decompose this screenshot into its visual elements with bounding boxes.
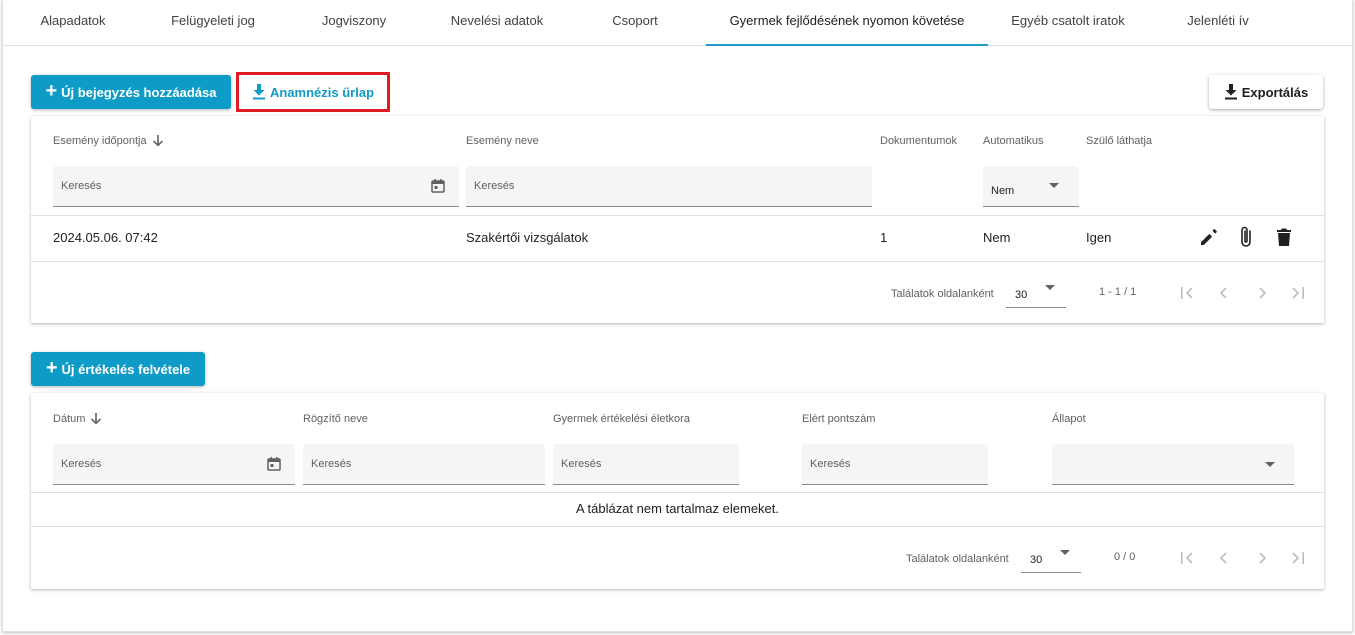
attachment-icon[interactable]	[1239, 226, 1253, 248]
page-range: 1 - 1 / 1	[1099, 286, 1137, 298]
header-event-date-label: Esemény időpontja	[53, 135, 147, 147]
download-icon	[252, 84, 265, 100]
date-search-input[interactable]	[53, 444, 295, 484]
tab-jogviszony[interactable]: Jogviszony	[303, 0, 405, 46]
cell-documents: 1	[880, 230, 888, 245]
previous-page-icon[interactable]	[1216, 550, 1232, 566]
event-name-search-input[interactable]	[466, 166, 872, 206]
tab-egyeb-csatolt-iratok[interactable]: Egyéb csatolt iratok	[998, 0, 1138, 46]
event-date-search-input[interactable]	[53, 166, 459, 206]
header-event-date[interactable]: Esemény időpontja	[53, 135, 163, 147]
next-page-icon[interactable]	[1254, 285, 1270, 301]
first-page-icon[interactable]	[1179, 285, 1195, 301]
status-filter-select[interactable]	[1052, 444, 1294, 485]
header-date-label: Dátum	[53, 413, 86, 425]
divider	[31, 526, 1324, 527]
tab-nevelesi-adatok[interactable]: Nevelési adatok	[435, 0, 559, 46]
page-size-label: Találatok oldalanként	[906, 553, 1009, 565]
previous-page-icon[interactable]	[1216, 285, 1232, 301]
add-entry-button[interactable]: + Új bejegyzés hozzáadása	[31, 75, 231, 109]
evaluations-table-card: Dátum Rögzítő neve Gyermek értékelési él…	[31, 393, 1324, 589]
age-search-input[interactable]	[553, 444, 739, 484]
empty-table-message: A táblázat nem tartalmaz elemeket.	[575, 501, 780, 516]
recorder-filter[interactable]	[303, 444, 545, 485]
next-page-icon[interactable]	[1254, 550, 1270, 566]
plus-icon: +	[45, 80, 58, 102]
divider	[31, 215, 1324, 216]
add-entry-label: Új bejegyzés hozzáadása	[61, 84, 217, 100]
content-frame: Alapadatok Felügyeleti jog Jogviszony Ne…	[2, 0, 1354, 632]
header-score[interactable]: Elért pontszám	[802, 413, 875, 425]
download-icon	[1224, 84, 1237, 100]
header-age[interactable]: Gyermek értékelési életkora	[553, 413, 690, 425]
score-filter[interactable]	[802, 444, 988, 485]
page-size-select[interactable]: 30	[1006, 268, 1066, 308]
tab-bar: Alapadatok Felügyeleti jog Jogviszony Ne…	[3, 0, 1354, 46]
tab-gyermek-fejlodes[interactable]: Gyermek fejlődésének nyomon követése	[706, 0, 988, 46]
tab-alapadatok[interactable]: Alapadatok	[19, 0, 127, 46]
edit-pencil-icon[interactable]	[1200, 228, 1218, 246]
cell-automatic: Nem	[983, 230, 1011, 245]
cell-parent-visible: Igen	[1086, 230, 1112, 245]
header-recorder[interactable]: Rögzítő neve	[303, 413, 368, 425]
tab-felugyeleti-jog[interactable]: Felügyeleti jog	[153, 0, 273, 46]
header-date[interactable]: Dátum	[53, 413, 102, 425]
last-page-icon[interactable]	[1290, 550, 1306, 566]
anamnesis-form-label: Anamnézis űrlap	[269, 84, 375, 100]
page-size-value: 30	[1015, 289, 1028, 301]
header-automatic: Automatikus	[983, 135, 1044, 147]
delete-trash-icon[interactable]	[1277, 228, 1291, 246]
divider	[31, 492, 1324, 493]
page-size-label: Találatok oldalanként	[891, 288, 994, 300]
cell-event-name: Szakértői vizsgálatok	[466, 230, 589, 245]
page-size-select[interactable]: 30	[1021, 533, 1081, 573]
tab-csoport[interactable]: Csoport	[593, 0, 677, 46]
chevron-down-icon	[1049, 183, 1059, 188]
recorder-search-input[interactable]	[303, 444, 545, 484]
plus-icon: +	[45, 357, 58, 379]
cell-event-date: 2024.05.06. 07:42	[53, 230, 158, 245]
anamnesis-form-button[interactable]: Anamnézis űrlap	[236, 72, 390, 112]
date-filter[interactable]	[53, 444, 295, 485]
header-event-name[interactable]: Esemény neve	[466, 135, 539, 147]
page-size-value: 30	[1030, 554, 1043, 566]
event-name-filter[interactable]	[466, 166, 872, 207]
add-evaluation-button[interactable]: + Új értékelés felvétele	[31, 352, 205, 386]
age-filter[interactable]	[553, 444, 739, 485]
tab-jelenleti-iv[interactable]: Jelenléti ív	[1163, 0, 1273, 46]
first-page-icon[interactable]	[1179, 550, 1195, 566]
calendar-icon[interactable]	[431, 179, 445, 193]
page: Alapadatok Felügyeleti jog Jogviszony Ne…	[0, 0, 1355, 635]
divider	[31, 261, 1324, 262]
last-page-icon[interactable]	[1290, 285, 1306, 301]
sort-down-arrow-icon	[91, 413, 102, 425]
header-status[interactable]: Állapot	[1052, 413, 1086, 425]
chevron-down-icon	[1265, 462, 1275, 467]
header-documents: Dokumentumok	[880, 135, 958, 147]
chevron-down-icon	[1045, 285, 1055, 290]
events-table-card: Esemény időpontja Esemény neve Dokumentu…	[31, 116, 1324, 323]
automatic-filter-value: Nem	[991, 185, 1015, 197]
add-evaluation-label: Új értékelés felvétele	[61, 361, 191, 377]
event-date-filter[interactable]	[53, 166, 459, 207]
score-search-input[interactable]	[802, 444, 988, 484]
calendar-icon[interactable]	[267, 457, 281, 471]
header-parent-visible: Szülő láthatja	[1086, 135, 1153, 147]
page-range: 0 / 0	[1114, 551, 1136, 563]
export-label: Exportálás	[1241, 84, 1309, 100]
automatic-filter-select[interactable]: Nem	[983, 166, 1079, 207]
sort-down-arrow-icon	[152, 135, 163, 147]
export-button[interactable]: Exportálás	[1209, 75, 1323, 109]
chevron-down-icon	[1060, 550, 1070, 555]
